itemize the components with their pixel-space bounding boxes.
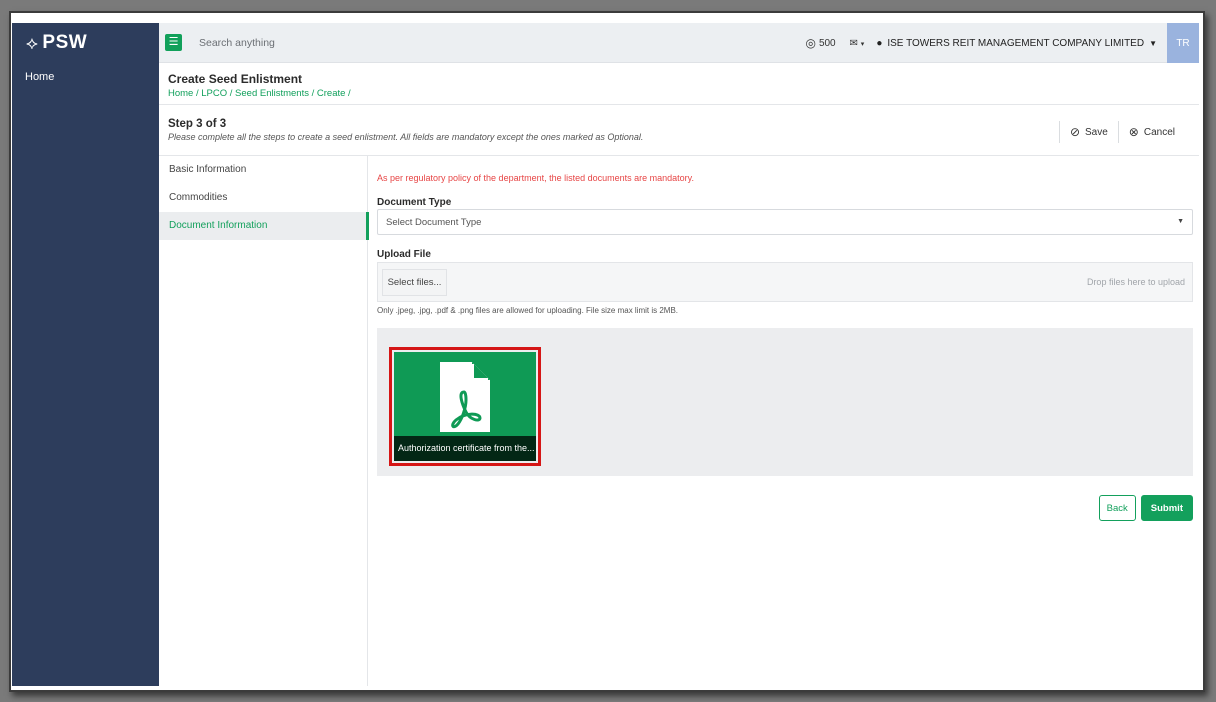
coin-icon: ◎ xyxy=(805,36,816,50)
breadcrumb[interactable]: Home / LPCO / Seed Enlistments / Create … xyxy=(168,88,1199,99)
step-title: Step 3 of 3 xyxy=(168,118,227,130)
search-input[interactable] xyxy=(199,35,499,51)
step-item-document-information[interactable]: Document Information xyxy=(159,212,369,240)
user-icon: ● xyxy=(876,37,883,49)
envelope-icon: ✉ xyxy=(849,37,859,49)
step-item-commodities[interactable]: Commodities xyxy=(159,184,367,212)
document-type-label: Document Type xyxy=(377,197,452,208)
company-dropdown[interactable]: ● ISE TOWERS REIT MANAGEMENT COMPANY LIM… xyxy=(876,38,1157,49)
dropdown-arrow-icon: ▼ xyxy=(1177,218,1184,225)
company-name: ISE TOWERS REIT MANAGEMENT COMPANY LIMIT… xyxy=(887,37,1145,49)
document-type-value: Select Document Type xyxy=(386,217,482,228)
select-files-button[interactable]: Select files... xyxy=(382,269,447,296)
cancel-label: Cancel xyxy=(1143,126,1175,138)
step-item-basic-information[interactable]: Basic Information xyxy=(159,156,367,184)
file-name: Authorization certificate from the... xyxy=(394,436,536,461)
messages-dropdown[interactable]: ✉ ▾ xyxy=(850,38,865,49)
file-card[interactable]: Authorization certificate from the... xyxy=(394,352,536,461)
credits-indicator[interactable]: ◎ 500 xyxy=(805,36,835,50)
upload-hint: Only .jpeg, .jpg, .pdf & .png files are … xyxy=(377,306,679,315)
save-button[interactable]: ⊘ Save xyxy=(1060,125,1118,139)
topbar: ☰ ◎ 500 ✉ ▾ ● ISE TOWERS REIT MANAGEMENT… xyxy=(159,23,1199,63)
avatar[interactable]: TR xyxy=(1167,23,1199,63)
back-button[interactable]: Back xyxy=(1098,495,1136,521)
sidebar-item-home[interactable]: Home xyxy=(12,63,159,83)
chevron-down-icon: ▼ xyxy=(1149,38,1157,48)
close-circle-icon: ⊗ xyxy=(1128,125,1139,139)
save-label: Save xyxy=(1085,126,1108,138)
mandatory-notice: As per regulatory policy of the departme… xyxy=(377,173,694,183)
step-header: Step 3 of 3 Please complete all the step… xyxy=(159,105,1199,156)
hamburger-icon: ☰ xyxy=(168,36,179,48)
submit-button[interactable]: Submit xyxy=(1140,495,1193,521)
chevron-down-icon: ▾ xyxy=(860,40,865,48)
pdf-file-icon xyxy=(440,362,490,432)
check-circle-icon: ⊘ xyxy=(1069,125,1080,139)
upload-dropzone[interactable]: Select files... Drop files here to uploa… xyxy=(377,262,1193,302)
upload-file-label: Upload File xyxy=(377,249,431,260)
logo-text: PSW xyxy=(42,32,88,53)
drop-files-text: Drop files here to upload xyxy=(1086,277,1185,287)
step-navigation: Basic Information Commodities Document I… xyxy=(159,156,369,686)
logo[interactable]: ⟡ PSW xyxy=(12,23,159,63)
menu-toggle-button[interactable]: ☰ xyxy=(165,34,182,51)
document-form: As per regulatory policy of the departme… xyxy=(368,156,1199,686)
page-header: Create Seed Enlistment Home / LPCO / See… xyxy=(159,63,1199,105)
highlight-box: Authorization certificate from the... xyxy=(389,347,541,466)
psw-logo-icon: ⟡ xyxy=(26,32,39,53)
credits-value: 500 xyxy=(818,37,836,49)
cancel-button[interactable]: ⊗ Cancel xyxy=(1119,125,1185,139)
document-type-select[interactable]: Select Document Type ▼ xyxy=(377,209,1193,235)
step-description: Please complete all the steps to create … xyxy=(168,132,644,142)
page-title: Create Seed Enlistment xyxy=(168,72,303,86)
sidebar: ⟡ PSW Home xyxy=(12,23,159,686)
uploaded-files-area: Authorization certificate from the... xyxy=(377,328,1193,476)
